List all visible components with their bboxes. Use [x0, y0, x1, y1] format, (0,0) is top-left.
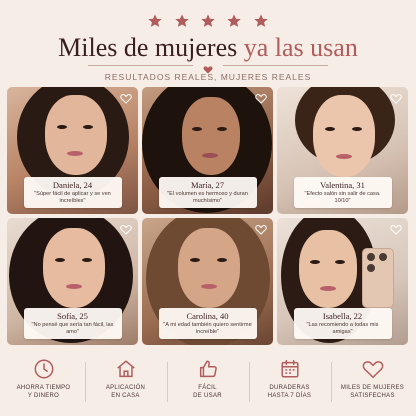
rating-stars [0, 13, 416, 34]
testimonial-label: Isabella, 22 "Las recomiendo a todas mis… [293, 308, 392, 339]
home-icon [115, 358, 137, 380]
feature-item: DURADERAS HASTA 7 DÍAS [248, 352, 331, 400]
testimonial-label: Sofía, 25 "No pensé que sería tan fácil,… [23, 308, 122, 339]
feature-line2: HASTA 7 DÍAS [267, 393, 312, 399]
feature-line1: DURADERAS [269, 385, 310, 391]
subtitle: RESULTADOS REALES, MUJERES REALES [104, 72, 312, 82]
testimonial-name: Valentina, 31 [320, 180, 365, 190]
testimonial-quote: "No pensé que sería tan fácil, las amo" [31, 322, 114, 335]
testimonial-card: Carolina, 40 "A mi edad también quiero s… [142, 218, 273, 345]
feature-line2: EN CASA [111, 393, 140, 399]
star-icon [200, 13, 216, 29]
headline-main: Miles de mujeres [58, 33, 238, 62]
feature-line2: SATISFECHAS [350, 393, 395, 399]
testimonial-label: Carolina, 40 "A mi edad también quiero s… [158, 308, 257, 339]
heart-icon[interactable] [390, 224, 402, 235]
testimonial-quote: "Súper fácil de aplicar y se ven increíb… [34, 191, 111, 204]
feature-item: FÁCIL DE USAR [166, 352, 249, 400]
phone-image [362, 248, 394, 308]
testimonial-card: Isabella, 22 "Las recomiendo a todas mis… [277, 218, 408, 345]
testimonial-label: Daniela, 24 "Súper fácil de aplicar y se… [23, 177, 122, 208]
heart-icon[interactable] [120, 93, 132, 104]
testimonial-quote: "Efecto salón sin salir de casa. 10/10" [304, 191, 381, 204]
testimonial-card: Valentina, 31 "Efecto salón sin salir de… [277, 87, 408, 214]
heart-icon[interactable] [120, 224, 132, 235]
heart-icon[interactable] [255, 224, 267, 235]
testimonial-card: María, 27 "El volumen es hermoso y duran… [142, 87, 273, 214]
star-icon [174, 13, 190, 29]
calendar-icon [279, 358, 301, 380]
testimonial-quote: "El volumen es hermoso y duran muchísimo… [167, 191, 248, 204]
feature-line2: Y DINERO [27, 393, 60, 399]
testimonial-card: Sofía, 25 "No pensé que sería tan fácil,… [7, 218, 138, 345]
clock-icon [33, 358, 55, 380]
feature-item: AHORRA TIEMPO Y DINERO [2, 352, 85, 400]
testimonial-label: María, 27 "El volumen es hermoso y duran… [158, 177, 257, 208]
heart-icon [362, 358, 384, 380]
star-icon [253, 13, 269, 29]
headline-accent: ya las usan [243, 33, 358, 62]
testimonial-name: Isabella, 22 [322, 311, 363, 321]
feature-line2: DE USAR [193, 393, 222, 399]
testimonial-name: Sofía, 25 [57, 311, 88, 321]
feature-line1: APLICACIÓN [105, 385, 146, 391]
heart-icon[interactable] [390, 93, 402, 104]
star-icon [147, 13, 163, 29]
feature-line1: FÁCIL [198, 385, 217, 391]
thumbs-up-icon [197, 358, 219, 380]
testimonial-grid: Daniela, 24 "Súper fácil de aplicar y se… [7, 87, 409, 345]
testimonial-name: Carolina, 40 [186, 311, 229, 321]
feature-line1: MILES DE MUJERES [340, 385, 405, 391]
features-bar: AHORRA TIEMPO Y DINERO APLICACIÓN EN CAS… [0, 352, 416, 416]
testimonial-name: Daniela, 24 [52, 180, 93, 190]
feature-item: MILES DE MUJERES SATISFECHAS [331, 352, 414, 400]
feature-item: APLICACIÓN EN CASA [84, 352, 167, 400]
testimonial-name: María, 27 [190, 180, 225, 190]
headline: Miles de mujeres ya las usan [0, 33, 416, 63]
star-icon [226, 13, 242, 29]
feature-line1: AHORRA TIEMPO [16, 385, 71, 391]
divider [88, 61, 328, 74]
heart-icon [200, 61, 216, 74]
heart-icon[interactable] [255, 93, 267, 104]
testimonial-card: Daniela, 24 "Súper fácil de aplicar y se… [7, 87, 138, 214]
testimonial-quote: "Las recomiendo a todas mis amigas" [306, 322, 379, 335]
testimonial-label: Valentina, 31 "Efecto salón sin salir de… [293, 177, 392, 208]
testimonial-quote: "A mi edad también quiero sentirme incre… [163, 322, 252, 335]
